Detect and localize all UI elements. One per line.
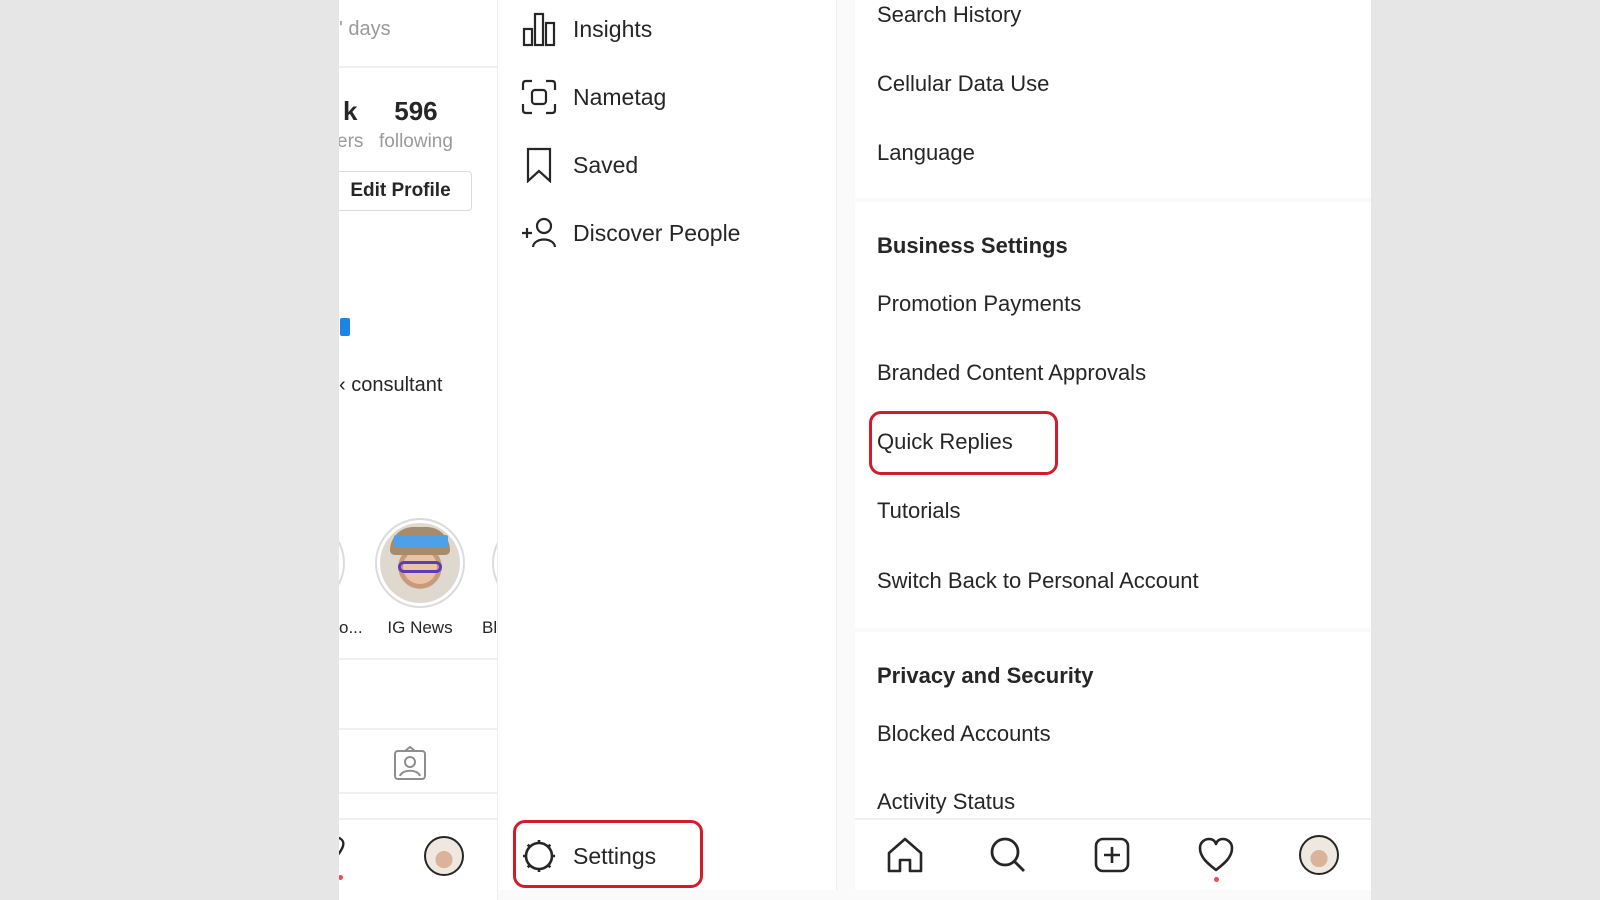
new-post-icon[interactable] <box>1091 834 1133 876</box>
story-highlight-ig-news[interactable]: IG News <box>375 518 465 638</box>
following-stat[interactable]: 596 following <box>379 96 453 153</box>
settings-item-promotion-payments[interactable]: Promotion Payments <box>877 291 1081 317</box>
home-icon[interactable] <box>884 834 926 876</box>
settings-item-activity-status[interactable]: Activity Status <box>877 789 1015 815</box>
notification-dot <box>339 875 343 880</box>
settings-highlight-box <box>513 820 703 888</box>
menu-label: Insights <box>573 15 653 42</box>
divider <box>339 658 497 660</box>
profile-avatar[interactable] <box>1298 834 1340 876</box>
menu-item-insights[interactable]: Insights <box>520 7 652 51</box>
heart-icon[interactable] <box>339 836 359 875</box>
menu-item-discover-people[interactable]: Discover People <box>520 211 740 255</box>
settings-item-branded-content[interactable]: Branded Content Approvals <box>877 360 1146 386</box>
story-label: IG News <box>387 618 453 637</box>
settings-section-account: Search History Cellular Data Use Languag… <box>855 0 1371 198</box>
nametag-icon <box>520 78 558 116</box>
profile-panel: ' days k ers 596 following Edit Profile … <box>339 0 498 900</box>
bookmark-icon <box>520 146 558 184</box>
followers-count: k <box>342 96 358 126</box>
side-menu: Insights Nametag Saved Discover People S… <box>498 0 837 890</box>
settings-item-switch-personal[interactable]: Switch Back to Personal Account <box>877 568 1199 594</box>
followers-stat[interactable]: k ers <box>339 96 363 153</box>
settings-item-language[interactable]: Language <box>877 140 975 166</box>
search-icon[interactable] <box>987 834 1029 876</box>
section-heading-business: Business Settings <box>877 233 1068 258</box>
settings-item-blocked-accounts[interactable]: Blocked Accounts <box>877 721 1051 747</box>
story-label: o... <box>339 618 363 637</box>
menu-item-saved[interactable]: Saved <box>520 143 638 187</box>
settings-section-privacy: Privacy and Security Blocked Accounts Ac… <box>855 632 1371 822</box>
following-label: following <box>379 131 453 152</box>
bottom-nav <box>855 818 1371 890</box>
divider <box>339 66 497 68</box>
settings-screen: Search History Cellular Data Use Languag… <box>855 0 1371 890</box>
profile-avatar[interactable] <box>424 836 464 876</box>
tagged-photos-icon[interactable] <box>392 745 428 782</box>
menu-label: Discover People <box>573 219 741 246</box>
verified-badge-fragment <box>340 318 350 336</box>
settings-item-search-history[interactable]: Search History <box>877 2 1021 28</box>
bar-chart-icon <box>520 10 558 48</box>
heart-icon[interactable] <box>1195 834 1237 876</box>
screenshot-stage: ' days k ers 596 following Edit Profile … <box>339 0 1371 900</box>
edit-profile-button[interactable]: Edit Profile <box>339 171 472 211</box>
add-person-icon <box>520 214 558 252</box>
followers-label: ers <box>339 131 364 152</box>
section-heading-privacy: Privacy and Security <box>877 663 1094 688</box>
following-count: 596 <box>394 96 438 126</box>
settings-item-tutorials[interactable]: Tutorials <box>877 498 961 524</box>
menu-item-nametag[interactable]: Nametag <box>520 75 666 119</box>
profile-bio: ‹ consultant <box>339 374 443 396</box>
profile-days-text: ' days <box>339 18 391 40</box>
divider <box>339 728 497 730</box>
quick-replies-highlight-box <box>869 411 1058 475</box>
profile-bottom-nav <box>339 818 497 900</box>
menu-label: Saved <box>573 151 639 178</box>
divider <box>339 792 497 794</box>
story-ring <box>375 518 465 608</box>
notification-dot <box>1214 877 1219 882</box>
story-label: Bl <box>482 618 498 637</box>
settings-item-cellular-data[interactable]: Cellular Data Use <box>877 71 1049 97</box>
story-thumbnail <box>380 523 460 603</box>
menu-label: Nametag <box>573 83 667 110</box>
story-highlight-partial[interactable] <box>339 518 345 608</box>
